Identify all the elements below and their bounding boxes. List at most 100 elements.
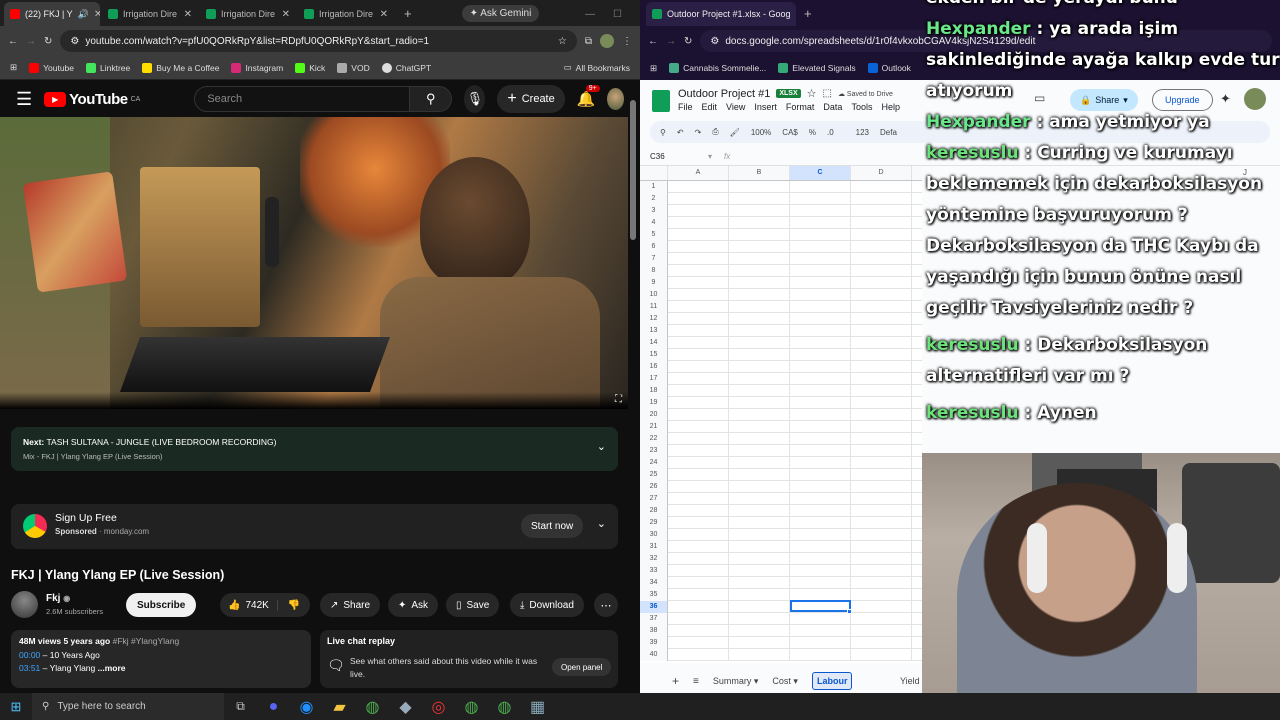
edge-icon[interactable]: ◉ <box>290 697 323 717</box>
grid-cell[interactable] <box>790 349 851 360</box>
grid-cell[interactable] <box>668 577 729 588</box>
row-header[interactable]: 36 <box>640 601 668 613</box>
open-panel-button[interactable]: Open panel <box>552 658 612 676</box>
paint-format-icon[interactable]: 🖌 <box>730 128 740 137</box>
site-info-icon[interactable]: ⚙ <box>70 36 79 47</box>
forward-icon[interactable]: → <box>26 36 36 47</box>
save-button[interactable]: ▯ Save <box>446 593 500 617</box>
grid-cell[interactable] <box>668 181 729 192</box>
new-tab-button[interactable]: + <box>796 6 820 26</box>
star-icon[interactable]: ☆ <box>807 87 817 100</box>
grid-cell[interactable] <box>729 517 790 528</box>
grid-cell[interactable] <box>790 229 851 240</box>
ask-button[interactable]: ✦ Ask <box>388 593 439 617</box>
grid-cell[interactable] <box>790 325 851 336</box>
create-button[interactable]: + Create <box>497 85 565 113</box>
grid-cell[interactable] <box>729 325 790 336</box>
grid-cell[interactable] <box>790 457 851 468</box>
grid-cell[interactable] <box>668 301 729 312</box>
grid-cell[interactable] <box>668 277 729 288</box>
row-header[interactable]: 14 <box>640 337 668 349</box>
up-next-card[interactable]: Next: TASH SULTANA - JUNGLE (LIVE BEDROO… <box>11 427 618 471</box>
grid-cell[interactable] <box>729 589 790 600</box>
apps-icon[interactable]: ⊞ <box>10 62 17 73</box>
grid-cell[interactable] <box>851 613 912 624</box>
row-header[interactable]: 27 <box>640 493 668 505</box>
grid-cell[interactable] <box>851 253 912 264</box>
chevron-down-icon[interactable]: ⌄ <box>597 440 606 453</box>
grid-cell[interactable] <box>729 205 790 216</box>
grid-cell[interactable] <box>668 253 729 264</box>
grid-cell[interactable] <box>729 229 790 240</box>
grid-cell[interactable] <box>790 397 851 408</box>
grid-cell[interactable] <box>851 277 912 288</box>
chapter-timestamp[interactable]: 03:51 <box>19 663 40 673</box>
grid-cell[interactable] <box>729 541 790 552</box>
grid-cell[interactable] <box>668 553 729 564</box>
row-header[interactable]: 23 <box>640 445 668 457</box>
grid-cell[interactable] <box>790 637 851 648</box>
grid-cell[interactable] <box>729 565 790 576</box>
grid-cell[interactable] <box>729 469 790 480</box>
grid-cell[interactable] <box>851 181 912 192</box>
grid-cell[interactable] <box>729 265 790 276</box>
grid-cell[interactable] <box>851 469 912 480</box>
url-field[interactable]: ⚙ youtube.com/watch?v=pfU0QORkRpY&list=RD… <box>60 30 577 52</box>
grid-cell[interactable] <box>851 553 912 564</box>
grid-cell[interactable] <box>668 241 729 252</box>
grid-cell[interactable] <box>729 601 790 612</box>
row-header[interactable]: 25 <box>640 469 668 481</box>
forward-icon[interactable]: → <box>666 36 676 47</box>
grid-cell[interactable] <box>851 493 912 504</box>
grid-cell[interactable] <box>668 325 729 336</box>
grid-cell[interactable] <box>790 217 851 228</box>
close-tab-icon[interactable]: ✕ <box>282 9 290 20</box>
bookmark-linktree[interactable]: Linktree <box>86 62 130 73</box>
grid-cell[interactable] <box>790 241 851 252</box>
column-header-a[interactable]: A <box>668 166 729 180</box>
more-link[interactable]: ...more <box>98 663 126 673</box>
row-header[interactable]: 19 <box>640 397 668 409</box>
grid-cell[interactable] <box>851 313 912 324</box>
grid-cell[interactable] <box>790 421 851 432</box>
discord-icon[interactable]: ● <box>257 698 290 716</box>
grid-cell[interactable] <box>668 409 729 420</box>
grid-cell[interactable] <box>851 349 912 360</box>
grid-cell[interactable] <box>668 469 729 480</box>
grid-cell[interactable] <box>790 289 851 300</box>
grid-cell[interactable] <box>729 397 790 408</box>
grid-cell[interactable] <box>790 409 851 420</box>
grid-cell[interactable] <box>790 577 851 588</box>
row-header[interactable]: 3 <box>640 205 668 217</box>
grid-cell[interactable] <box>790 517 851 528</box>
grid-cell[interactable] <box>729 349 790 360</box>
grid-cell[interactable] <box>851 649 912 660</box>
grid-cell[interactable] <box>668 433 729 444</box>
calculator-icon[interactable]: ▦ <box>521 697 554 717</box>
grid-cell[interactable] <box>790 433 851 444</box>
grid-cell[interactable] <box>668 217 729 228</box>
zoom-select[interactable]: 100% <box>751 128 771 137</box>
column-header-b[interactable]: B <box>729 166 790 180</box>
menu-tools[interactable]: Tools <box>851 102 872 112</box>
name-box[interactable]: C36 <box>640 152 700 161</box>
all-sheets-icon[interactable]: ≡ <box>693 676 699 687</box>
reload-icon[interactable]: ↻ <box>44 36 52 47</box>
grid-cell[interactable] <box>668 481 729 492</box>
grid-cell[interactable] <box>851 397 912 408</box>
notifications-button[interactable]: 🔔 9+ <box>577 85 600 108</box>
grid-cell[interactable] <box>668 613 729 624</box>
grid-cell[interactable] <box>851 637 912 648</box>
sheets-logo-icon[interactable] <box>652 90 670 112</box>
grid-cell[interactable] <box>729 253 790 264</box>
move-folder-icon[interactable]: ⬚ <box>823 88 832 99</box>
sheet-tab-labour[interactable]: Labour <box>811 672 853 690</box>
grid-cell[interactable] <box>851 505 912 516</box>
grid-cell[interactable] <box>729 529 790 540</box>
row-header[interactable]: 8 <box>640 265 668 277</box>
grid-cell[interactable] <box>729 181 790 192</box>
channel-avatar[interactable] <box>11 591 38 618</box>
grid-cell[interactable] <box>851 385 912 396</box>
grid-cell[interactable] <box>729 385 790 396</box>
decrease-decimal-button[interactable]: .0 <box>827 128 834 137</box>
